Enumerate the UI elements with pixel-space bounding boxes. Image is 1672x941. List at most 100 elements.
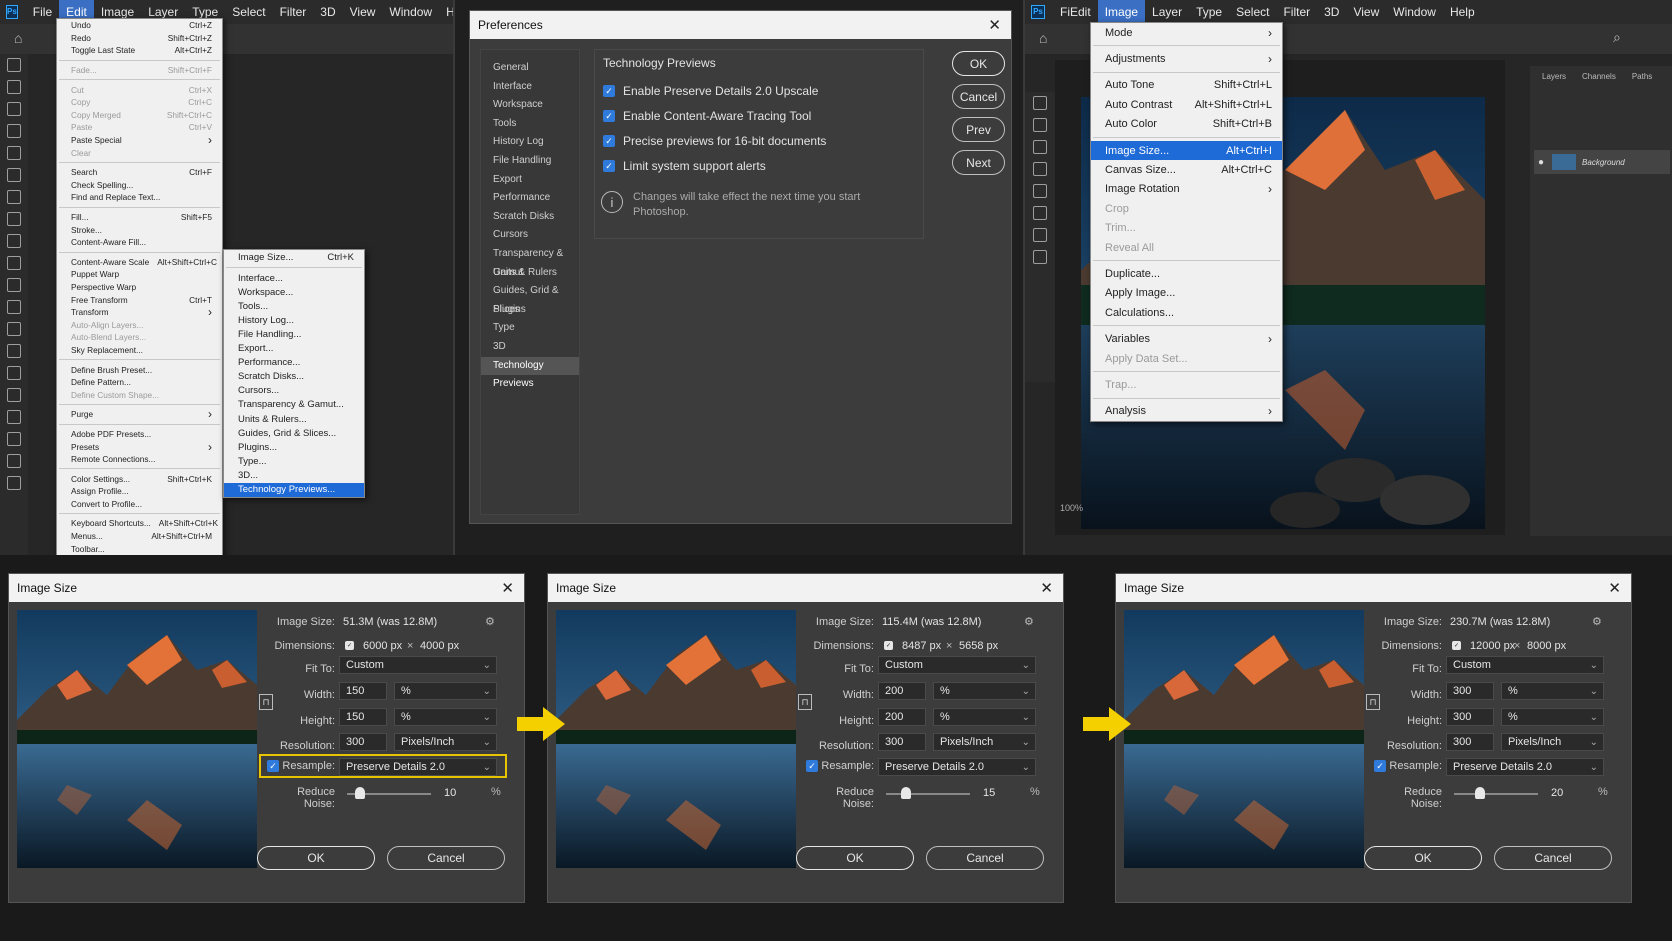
menu-item-define-pattern[interactable]: Define Pattern... — [57, 376, 222, 389]
pref-category-type[interactable]: Type — [481, 319, 579, 338]
menu-fiedit[interactable]: FiEdit — [1053, 0, 1098, 24]
menu-filter[interactable]: Filter — [273, 0, 314, 24]
move-tool-icon[interactable] — [1033, 96, 1047, 110]
noise-slider-knob[interactable] — [901, 787, 911, 799]
eyedropper-tool-icon[interactable] — [7, 168, 21, 182]
menu-item-color-settings[interactable]: Color Settings... Shift+Ctrl+K — [57, 472, 222, 485]
pref-category-3d[interactable]: 3D — [481, 338, 579, 357]
marquee-tool-icon[interactable] — [7, 80, 21, 94]
path-select-icon[interactable] — [7, 410, 21, 424]
tab-layers[interactable]: Layers — [1542, 72, 1566, 81]
constrain-lock-icon[interactable]: ⊓ — [798, 694, 812, 710]
gear-icon[interactable]: ⚙ — [1592, 615, 1602, 628]
width-unit-select[interactable]: % — [394, 682, 497, 700]
menu-view[interactable]: View — [1346, 0, 1386, 24]
resolution-unit-select[interactable]: Pixels/Inch — [933, 733, 1036, 751]
menu-item-transform[interactable]: Transform — [57, 306, 222, 319]
width-unit-select[interactable]: % — [1501, 682, 1604, 700]
menu-item-image-rotation[interactable]: Image Rotation — [1091, 180, 1282, 199]
close-icon[interactable]: ✕ — [501, 579, 514, 597]
menu-item-auto-tone[interactable]: Auto Tone Shift+Ctrl+L — [1091, 76, 1282, 95]
tab-channels[interactable]: Channels — [1582, 72, 1616, 81]
menu-item-toggle-last-state[interactable]: Toggle Last State Alt+Ctrl+Z — [57, 44, 222, 57]
height-input[interactable]: 300 — [1446, 708, 1494, 726]
menu-window[interactable]: Window — [1386, 0, 1443, 24]
pref-category-cursors[interactable]: Cursors — [481, 226, 579, 245]
menu-item-adobe-pdf-presets[interactable]: Adobe PDF Presets... — [57, 428, 222, 441]
menu-item-copy-merged[interactable]: Copy Merged Shift+Ctrl+C — [57, 109, 222, 122]
menu-item-perspective-warp[interactable]: Perspective Warp — [57, 281, 222, 294]
blur-tool-icon[interactable] — [7, 322, 21, 336]
close-icon[interactable]: ✕ — [1608, 579, 1621, 597]
menu-item-paste-special[interactable]: Paste Special — [57, 134, 222, 147]
menu-item-image-size[interactable]: Image Size... Ctrl+K — [224, 250, 364, 264]
checkbox-checked-icon[interactable]: ✓ — [603, 85, 615, 97]
resolution-input[interactable]: 300 — [1446, 733, 1494, 751]
layer-row[interactable]: ● Background — [1534, 150, 1670, 174]
cancel-button[interactable]: Cancel — [387, 846, 505, 870]
pen-tool-icon[interactable] — [1033, 206, 1047, 220]
width-input[interactable]: 200 — [878, 682, 926, 700]
checkbox-checked-icon[interactable]: ✓ — [603, 110, 615, 122]
image-preview[interactable] — [17, 610, 257, 868]
pref-category-plugins[interactable]: Plugins — [481, 301, 579, 320]
menu-item-presets[interactable]: Presets — [57, 440, 222, 453]
menu-item-auto-blend-layers[interactable]: Auto-Blend Layers... — [57, 331, 222, 344]
menu-item-menus[interactable]: Menus... Alt+Shift+Ctrl+M — [57, 530, 222, 543]
menu-item-redo[interactable]: Redo Shift+Ctrl+Z — [57, 32, 222, 45]
tab-paths[interactable]: Paths — [1632, 72, 1652, 81]
resample-select[interactable]: Preserve Details 2.0 — [878, 758, 1036, 776]
menu-view[interactable]: View — [343, 0, 383, 24]
fit-to-select[interactable]: Custom — [878, 656, 1036, 674]
menu-item-sky-replacement[interactable]: Sky Replacement... — [57, 344, 222, 357]
menu-item-export[interactable]: Export... — [224, 342, 364, 356]
menu-item-variables[interactable]: Variables — [1091, 329, 1282, 348]
menu-item-scratch-disks[interactable]: Scratch Disks... — [224, 370, 364, 384]
pref-category-performance[interactable]: Performance — [481, 189, 579, 208]
dimensions-toggle-icon[interactable]: ✓ — [884, 641, 893, 650]
pref-category-file-handling[interactable]: File Handling — [481, 152, 579, 171]
resolution-input[interactable]: 300 — [878, 733, 926, 751]
cancel-button[interactable]: Cancel — [926, 846, 1044, 870]
close-icon[interactable]: ✕ — [988, 16, 1001, 34]
menu-file[interactable]: File — [26, 0, 59, 24]
menu-item-fill[interactable]: Fill... Shift+F5 — [57, 211, 222, 224]
pref-category-transparency-gamut[interactable]: Transparency & Gamut — [481, 245, 579, 278]
menu-help[interactable]: Help — [1443, 0, 1482, 24]
menu-type[interactable]: Type — [1189, 0, 1229, 24]
menu-item-free-transform[interactable]: Free Transform Ctrl+T — [57, 293, 222, 306]
home-icon[interactable]: ⌂ — [1039, 30, 1047, 46]
menu-item-transparency-gamut[interactable]: Transparency & Gamut... — [224, 398, 364, 412]
pref-category-units-rulers[interactable]: Units & Rulers — [481, 264, 579, 283]
resample-select[interactable]: Preserve Details 2.0 — [1446, 758, 1604, 776]
gear-icon[interactable]: ⚙ — [1024, 615, 1034, 628]
dimensions-toggle-icon[interactable]: ✓ — [345, 641, 354, 650]
menu-item-toolbar[interactable]: Toolbar... — [57, 542, 222, 555]
constrain-lock-icon[interactable]: ⊓ — [1366, 694, 1380, 710]
stamp-tool-icon[interactable] — [7, 234, 21, 248]
noise-slider-knob[interactable] — [355, 787, 365, 799]
gradient-tool-icon[interactable] — [7, 300, 21, 314]
stamp-tool-icon[interactable] — [1033, 162, 1047, 176]
brush-tool-icon[interactable] — [7, 212, 21, 226]
menu-item-purge[interactable]: Purge — [57, 408, 222, 421]
menu-3d[interactable]: 3D — [313, 0, 342, 24]
option-row[interactable]: ✓ Enable Content-Aware Tracing Tool — [603, 109, 811, 123]
ok-button[interactable]: OK — [796, 846, 914, 870]
checkbox-checked-icon[interactable]: ✓ — [603, 160, 615, 172]
menu-layer[interactable]: Layer — [1145, 0, 1189, 24]
resolution-unit-select[interactable]: Pixels/Inch — [1501, 733, 1604, 751]
menu-item-define-brush-preset[interactable]: Define Brush Preset... — [57, 363, 222, 376]
menu-item-adjustments[interactable]: Adjustments — [1091, 49, 1282, 68]
menu-item-apply-data-set[interactable]: Apply Data Set... — [1091, 349, 1282, 368]
image-preview[interactable] — [1124, 610, 1364, 868]
hand-tool-icon[interactable] — [7, 454, 21, 468]
noise-input[interactable]: 20 — [1544, 784, 1584, 802]
menu-filter[interactable]: Filter — [1276, 0, 1317, 24]
menu-image[interactable]: Image — [1097, 0, 1146, 24]
home-icon[interactable]: ⌂ — [14, 30, 22, 46]
menu-item-define-custom-shape[interactable]: Define Custom Shape... — [57, 388, 222, 401]
menu-item-cursors[interactable]: Cursors... — [224, 384, 364, 398]
dimensions-toggle-icon[interactable]: ✓ — [1452, 641, 1461, 650]
height-unit-select[interactable]: % — [1501, 708, 1604, 726]
